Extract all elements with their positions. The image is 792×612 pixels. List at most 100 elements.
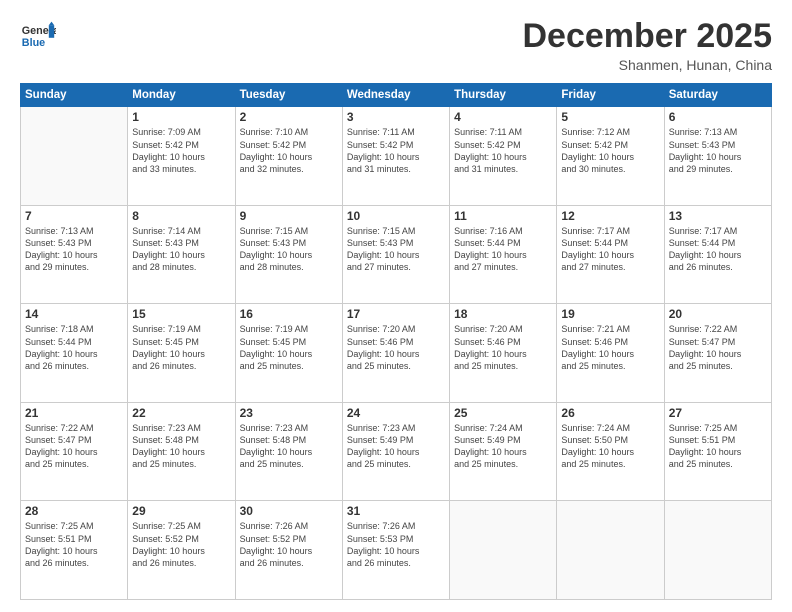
day-number: 8 (132, 209, 230, 223)
day-number: 3 (347, 110, 445, 124)
calendar-cell: 18 Sunrise: 7:20 AM Sunset: 5:46 PM Dayli… (450, 304, 557, 403)
header: General Blue December 2025 Shanmen, Huna… (20, 18, 772, 73)
calendar-cell: 3 Sunrise: 7:11 AM Sunset: 5:42 PM Daylig… (342, 107, 449, 206)
cell-info: Sunrise: 7:24 AM Sunset: 5:50 PM Dayligh… (561, 422, 659, 471)
calendar-cell: 12 Sunrise: 7:17 AM Sunset: 5:44 PM Dayli… (557, 205, 664, 304)
month-title: December 2025 (522, 18, 772, 55)
calendar-cell: 10Sunrise: 7:15 AM Sunset: 5:43 PM Dayli… (342, 205, 449, 304)
day-number: 13 (669, 209, 767, 223)
title-block: December 2025 Shanmen, Hunan, China (522, 18, 772, 73)
calendar-cell: 25 Sunrise: 7:24 AM Sunset: 5:49 PM Dayli… (450, 402, 557, 501)
calendar-cell: 7 Sunrise: 7:13 AM Sunset: 5:43 PM Daylig… (21, 205, 128, 304)
calendar-cell: 17Sunrise: 7:20 AM Sunset: 5:46 PM Dayli… (342, 304, 449, 403)
day-number: 15 (132, 307, 230, 321)
calendar-cell: 16Sunrise: 7:19 AM Sunset: 5:45 PM Dayli… (235, 304, 342, 403)
location-subtitle: Shanmen, Hunan, China (522, 57, 772, 73)
calendar-week-5: 28 Sunrise: 7:25 AM Sunset: 5:51 PM Dayli… (21, 501, 772, 600)
day-number: 10 (347, 209, 445, 223)
cell-info: Sunrise: 7:26 AM Sunset: 5:52 PM Dayligh… (240, 520, 338, 569)
cell-info: Sunrise: 7:23 AM Sunset: 5:48 PM Dayligh… (132, 422, 230, 471)
calendar-cell: 26 Sunrise: 7:24 AM Sunset: 5:50 PM Dayli… (557, 402, 664, 501)
cell-info: Sunrise: 7:22 AM Sunset: 5:47 PM Dayligh… (669, 323, 767, 372)
col-header-tuesday: Tuesday (235, 84, 342, 107)
cell-info: Sunrise: 7:24 AM Sunset: 5:49 PM Dayligh… (454, 422, 552, 471)
cell-info: Sunrise: 7:13 AM Sunset: 5:43 PM Dayligh… (25, 225, 123, 274)
calendar-table: SundayMondayTuesdayWednesdayThursdayFrid… (20, 83, 772, 600)
day-number: 17 (347, 307, 445, 321)
day-number: 24 (347, 406, 445, 420)
cell-info: Sunrise: 7:16 AM Sunset: 5:44 PM Dayligh… (454, 225, 552, 274)
calendar-week-2: 7 Sunrise: 7:13 AM Sunset: 5:43 PM Daylig… (21, 205, 772, 304)
day-number: 12 (561, 209, 659, 223)
calendar-cell: 15Sunrise: 7:19 AM Sunset: 5:45 PM Dayli… (128, 304, 235, 403)
calendar-cell: 11 Sunrise: 7:16 AM Sunset: 5:44 PM Dayli… (450, 205, 557, 304)
day-number: 31 (347, 504, 445, 518)
cell-info: Sunrise: 7:21 AM Sunset: 5:46 PM Dayligh… (561, 323, 659, 372)
calendar-week-3: 14 Sunrise: 7:18 AM Sunset: 5:44 PM Dayli… (21, 304, 772, 403)
day-number: 19 (561, 307, 659, 321)
day-number: 25 (454, 406, 552, 420)
day-number: 9 (240, 209, 338, 223)
calendar-cell: 8 Sunrise: 7:14 AM Sunset: 5:43 PM Daylig… (128, 205, 235, 304)
cell-info: Sunrise: 7:17 AM Sunset: 5:44 PM Dayligh… (561, 225, 659, 274)
col-header-monday: Monday (128, 84, 235, 107)
calendar-cell: 27 Sunrise: 7:25 AM Sunset: 5:51 PM Dayli… (664, 402, 771, 501)
cell-info: Sunrise: 7:20 AM Sunset: 5:46 PM Dayligh… (454, 323, 552, 372)
calendar-cell (664, 501, 771, 600)
logo-icon: General Blue (20, 18, 56, 54)
calendar-cell: 4 Sunrise: 7:11 AM Sunset: 5:42 PM Daylig… (450, 107, 557, 206)
calendar-cell: 19 Sunrise: 7:21 AM Sunset: 5:46 PM Dayli… (557, 304, 664, 403)
page: General Blue December 2025 Shanmen, Huna… (0, 0, 792, 612)
calendar-cell: 31 Sunrise: 7:26 AM Sunset: 5:53 PM Dayli… (342, 501, 449, 600)
calendar-cell (450, 501, 557, 600)
calendar-week-4: 21 Sunrise: 7:22 AM Sunset: 5:47 PM Dayli… (21, 402, 772, 501)
calendar-cell: 24 Sunrise: 7:23 AM Sunset: 5:49 PM Dayli… (342, 402, 449, 501)
day-number: 14 (25, 307, 123, 321)
day-number: 27 (669, 406, 767, 420)
cell-info: Sunrise: 7:25 AM Sunset: 5:51 PM Dayligh… (25, 520, 123, 569)
calendar-cell: 29 Sunrise: 7:25 AM Sunset: 5:52 PM Dayli… (128, 501, 235, 600)
cell-info: Sunrise: 7:11 AM Sunset: 5:42 PM Dayligh… (454, 126, 552, 175)
calendar-header-row: SundayMondayTuesdayWednesdayThursdayFrid… (21, 84, 772, 107)
calendar-cell: 5Sunrise: 7:12 AM Sunset: 5:42 PM Daylig… (557, 107, 664, 206)
calendar-cell: 9 Sunrise: 7:15 AM Sunset: 5:43 PM Daylig… (235, 205, 342, 304)
cell-info: Sunrise: 7:13 AM Sunset: 5:43 PM Dayligh… (669, 126, 767, 175)
cell-info: Sunrise: 7:17 AM Sunset: 5:44 PM Dayligh… (669, 225, 767, 274)
cell-info: Sunrise: 7:11 AM Sunset: 5:42 PM Dayligh… (347, 126, 445, 175)
cell-info: Sunrise: 7:12 AM Sunset: 5:42 PM Dayligh… (561, 126, 659, 175)
day-number: 26 (561, 406, 659, 420)
calendar-week-1: 1Sunrise: 7:09 AM Sunset: 5:42 PM Daylig… (21, 107, 772, 206)
cell-info: Sunrise: 7:23 AM Sunset: 5:49 PM Dayligh… (347, 422, 445, 471)
calendar-cell: 2 Sunrise: 7:10 AM Sunset: 5:42 PM Daylig… (235, 107, 342, 206)
cell-info: Sunrise: 7:14 AM Sunset: 5:43 PM Dayligh… (132, 225, 230, 274)
day-number: 11 (454, 209, 552, 223)
day-number: 29 (132, 504, 230, 518)
cell-info: Sunrise: 7:23 AM Sunset: 5:48 PM Dayligh… (240, 422, 338, 471)
col-header-thursday: Thursday (450, 84, 557, 107)
col-header-friday: Friday (557, 84, 664, 107)
cell-info: Sunrise: 7:18 AM Sunset: 5:44 PM Dayligh… (25, 323, 123, 372)
day-number: 7 (25, 209, 123, 223)
day-number: 1 (132, 110, 230, 124)
day-number: 21 (25, 406, 123, 420)
day-number: 28 (25, 504, 123, 518)
day-number: 4 (454, 110, 552, 124)
cell-info: Sunrise: 7:25 AM Sunset: 5:52 PM Dayligh… (132, 520, 230, 569)
cell-info: Sunrise: 7:25 AM Sunset: 5:51 PM Dayligh… (669, 422, 767, 471)
calendar-cell: 14 Sunrise: 7:18 AM Sunset: 5:44 PM Dayli… (21, 304, 128, 403)
cell-info: Sunrise: 7:10 AM Sunset: 5:42 PM Dayligh… (240, 126, 338, 175)
calendar-cell: 1Sunrise: 7:09 AM Sunset: 5:42 PM Daylig… (128, 107, 235, 206)
calendar-cell (21, 107, 128, 206)
day-number: 6 (669, 110, 767, 124)
day-number: 30 (240, 504, 338, 518)
day-number: 18 (454, 307, 552, 321)
cell-info: Sunrise: 7:22 AM Sunset: 5:47 PM Dayligh… (25, 422, 123, 471)
col-header-sunday: Sunday (21, 84, 128, 107)
day-number: 20 (669, 307, 767, 321)
cell-info: Sunrise: 7:19 AM Sunset: 5:45 PM Dayligh… (240, 323, 338, 372)
cell-info: Sunrise: 7:15 AM Sunset: 5:43 PM Dayligh… (240, 225, 338, 274)
calendar-cell: 13 Sunrise: 7:17 AM Sunset: 5:44 PM Dayli… (664, 205, 771, 304)
day-number: 2 (240, 110, 338, 124)
cell-info: Sunrise: 7:26 AM Sunset: 5:53 PM Dayligh… (347, 520, 445, 569)
calendar-cell (557, 501, 664, 600)
